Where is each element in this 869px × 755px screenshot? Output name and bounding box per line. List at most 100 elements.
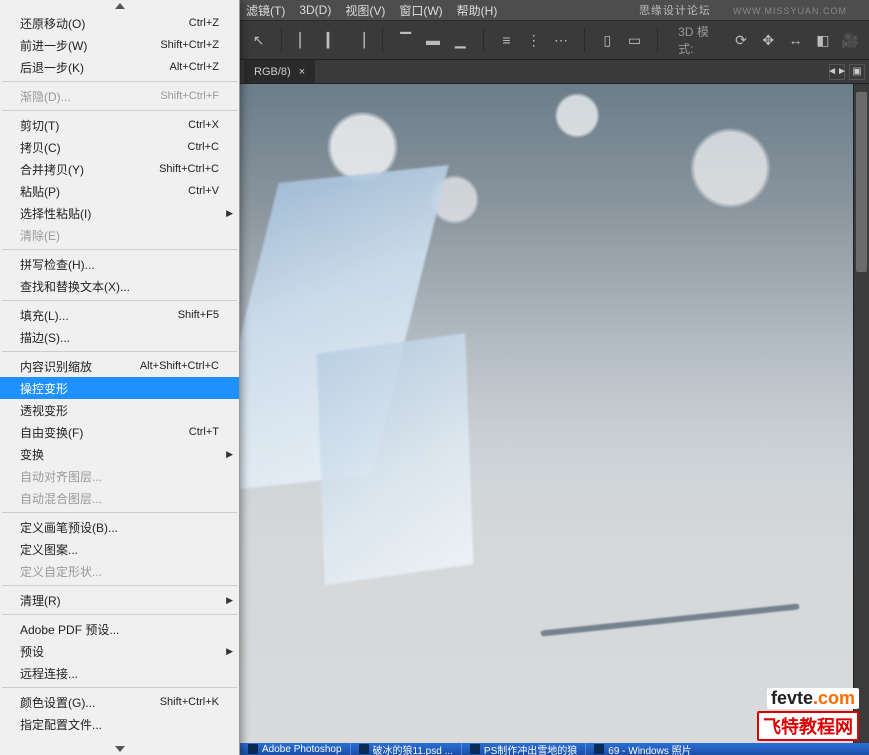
dist-a-icon[interactable]: ▯ xyxy=(599,31,616,49)
arrow-icon[interactable]: ↖ xyxy=(250,31,267,49)
slide-icon[interactable]: ◧ xyxy=(814,31,831,49)
menu-item: 定义自定形状... xyxy=(0,560,239,582)
menu-item-shortcut: Ctrl+T xyxy=(189,426,219,438)
pan-icon[interactable]: ✥ xyxy=(760,31,777,49)
menu-item[interactable]: Adobe PDF 预设... xyxy=(0,618,239,640)
ground-crack xyxy=(540,603,799,636)
close-icon[interactable]: × xyxy=(299,66,305,78)
scrollbar-thumb[interactable] xyxy=(856,92,867,272)
chevron-right-icon: ▶ xyxy=(226,595,233,606)
menu-item-label: 描边(S)... xyxy=(20,329,219,346)
menu-item[interactable]: 后退一步(K)Alt+Ctrl+Z xyxy=(0,56,239,78)
menu-item[interactable]: 还原移动(O)Ctrl+Z xyxy=(0,12,239,34)
menu-view[interactable]: 视图(V) xyxy=(345,2,385,19)
document-tabbar: RGB/8) × ◄► ▣ xyxy=(240,60,869,84)
menu-item-label: 清除(E) xyxy=(20,227,219,244)
align-center-icon[interactable]: ▎ xyxy=(324,31,341,49)
menu-item[interactable]: 前进一步(W)Shift+Ctrl+Z xyxy=(0,34,239,56)
expand-icon[interactable]: ◄► xyxy=(829,64,845,80)
taskbar-item[interactable]: 69 - Windows 照片 xyxy=(585,743,699,755)
align-bottom-icon[interactable]: ▁ xyxy=(452,31,469,49)
taskbar-item[interactable]: PS制作冲出雪地的狼 xyxy=(461,743,585,755)
menu-item-shortcut: Shift+Ctrl+F xyxy=(160,90,219,102)
chevron-right-icon: ▶ xyxy=(226,646,233,657)
menu-item[interactable]: 剪切(T)Ctrl+X xyxy=(0,114,239,136)
taskbar-item[interactable]: 破冰的狼11.psd ... xyxy=(350,743,461,755)
menu-filter[interactable]: 滤镜(T) xyxy=(246,2,285,19)
menu-item-label: 自动对齐图层... xyxy=(20,468,219,485)
menu-item-shortcut: Shift+Ctrl+C xyxy=(159,163,219,175)
menu-scroll-up[interactable] xyxy=(0,0,239,12)
menu-3d[interactable]: 3D(D) xyxy=(299,3,331,17)
document-tab-label: RGB/8) xyxy=(254,66,291,78)
menu-item[interactable]: 描边(S)... xyxy=(0,326,239,348)
document-tab[interactable]: RGB/8) × xyxy=(244,60,315,83)
chevron-up-icon xyxy=(115,3,125,9)
menu-scroll-down[interactable] xyxy=(0,743,239,755)
app-icon xyxy=(248,744,258,754)
vertical-scrollbar[interactable] xyxy=(853,84,869,743)
app-menubar: 滤镜(T) 3D(D) 视图(V) 窗口(W) 帮助(H) 思缘设计论坛 WWW… xyxy=(240,0,869,20)
menu-item[interactable]: 定义图案... xyxy=(0,538,239,560)
menu-item[interactable]: 变换▶ xyxy=(0,443,239,465)
menu-item-label: 自动混合图层... xyxy=(20,490,219,507)
menu-item: 自动对齐图层... xyxy=(0,465,239,487)
ice-shard xyxy=(317,333,474,585)
menu-window[interactable]: 窗口(W) xyxy=(399,2,442,19)
menu-item-label: 填充(L)... xyxy=(20,307,178,324)
menu-item-shortcut: Ctrl+V xyxy=(188,185,219,197)
menu-item[interactable]: 指定配置文件... xyxy=(0,713,239,735)
menu-item-label: 定义图案... xyxy=(20,541,219,558)
menu-item-label: 操控变形 xyxy=(20,380,219,397)
menu-item[interactable]: 预设▶ xyxy=(0,640,239,662)
menu-item-label: 清理(R) xyxy=(20,592,219,609)
canvas[interactable] xyxy=(240,84,853,743)
menu-item[interactable]: 自由变换(F)Ctrl+T xyxy=(0,421,239,443)
distribute-h-icon[interactable]: ≡ xyxy=(498,31,515,49)
menu-item-label: 定义自定形状... xyxy=(20,563,219,580)
menu-item[interactable]: 选择性粘贴(I)▶ xyxy=(0,202,239,224)
menu-help[interactable]: 帮助(H) xyxy=(457,2,498,19)
menu-item[interactable]: 定义画笔预设(B)... xyxy=(0,516,239,538)
menu-item[interactable]: 填充(L)...Shift+F5 xyxy=(0,304,239,326)
menu-item-shortcut: Ctrl+Z xyxy=(189,17,219,29)
align-top-icon[interactable]: ▔ xyxy=(397,31,414,49)
menu-item[interactable]: 颜色设置(G)...Shift+Ctrl+K xyxy=(0,691,239,713)
menu-item[interactable]: 粘贴(P)Ctrl+V xyxy=(0,180,239,202)
menu-item-label: 粘贴(P) xyxy=(20,183,188,200)
menu-item[interactable]: 查找和替换文本(X)... xyxy=(0,275,239,297)
menu-item-label: 后退一步(K) xyxy=(20,59,169,76)
menu-item[interactable]: 合并拷贝(Y)Shift+Ctrl+C xyxy=(0,158,239,180)
menu-item[interactable]: 操控变形 xyxy=(0,377,239,399)
taskbar-item[interactable]: Adobe Photoshop xyxy=(240,743,350,755)
align-right-icon[interactable]: ▕ xyxy=(351,31,368,49)
distribute-icon[interactable]: ⋯ xyxy=(552,31,569,49)
menu-item-label: 剪切(T) xyxy=(20,117,188,134)
menu-item-label: 远程连接... xyxy=(20,665,219,682)
align-left-icon[interactable]: ▏ xyxy=(296,31,313,49)
menu-item[interactable]: 拷贝(C)Ctrl+C xyxy=(0,136,239,158)
menu-item-label: 拷贝(C) xyxy=(20,139,188,156)
menu-item[interactable]: 清理(R) ▶ xyxy=(0,589,239,611)
dist-b-icon[interactable]: ▭ xyxy=(626,31,643,49)
menu-item: 自动混合图层... xyxy=(0,487,239,509)
distribute-v-icon[interactable]: ⋮ xyxy=(525,31,542,49)
menu-item: 渐隐(D)...Shift+Ctrl+F xyxy=(0,85,239,107)
camera-icon[interactable]: 🎥 xyxy=(841,31,858,49)
menu-item[interactable]: 远程连接... xyxy=(0,662,239,684)
menu-item[interactable]: 内容识别缩放Alt+Shift+Ctrl+C xyxy=(0,355,239,377)
menu-item: 清除(E) xyxy=(0,224,239,246)
menu-item-label: 指定配置文件... xyxy=(20,716,219,733)
edit-menu-dropdown: 还原移动(O)Ctrl+Z前进一步(W)Shift+Ctrl+Z后退一步(K)A… xyxy=(0,0,240,755)
align-middle-icon[interactable]: ▬ xyxy=(424,31,441,49)
menu-item[interactable]: 透视变形 xyxy=(0,399,239,421)
panel-icon[interactable]: ▣ xyxy=(849,64,865,80)
menu-item-label: 内容识别缩放 xyxy=(20,358,140,375)
menu-item-label: 还原移动(O) xyxy=(20,15,189,32)
menu-item[interactable]: 拼写检查(H)... xyxy=(0,253,239,275)
orbit-icon[interactable]: ⟳ xyxy=(732,31,749,49)
menu-item-label: 透视变形 xyxy=(20,402,219,419)
options-toolbar: ↖ ▏ ▎ ▕ ▔ ▬ ▁ ≡ ⋮ ⋯ ▯ ▭ 3D 模式: ⟳ ✥ ↔ ◧ 🎥 xyxy=(240,20,869,60)
dolly-icon[interactable]: ↔ xyxy=(787,31,804,49)
app-icon xyxy=(470,744,480,754)
